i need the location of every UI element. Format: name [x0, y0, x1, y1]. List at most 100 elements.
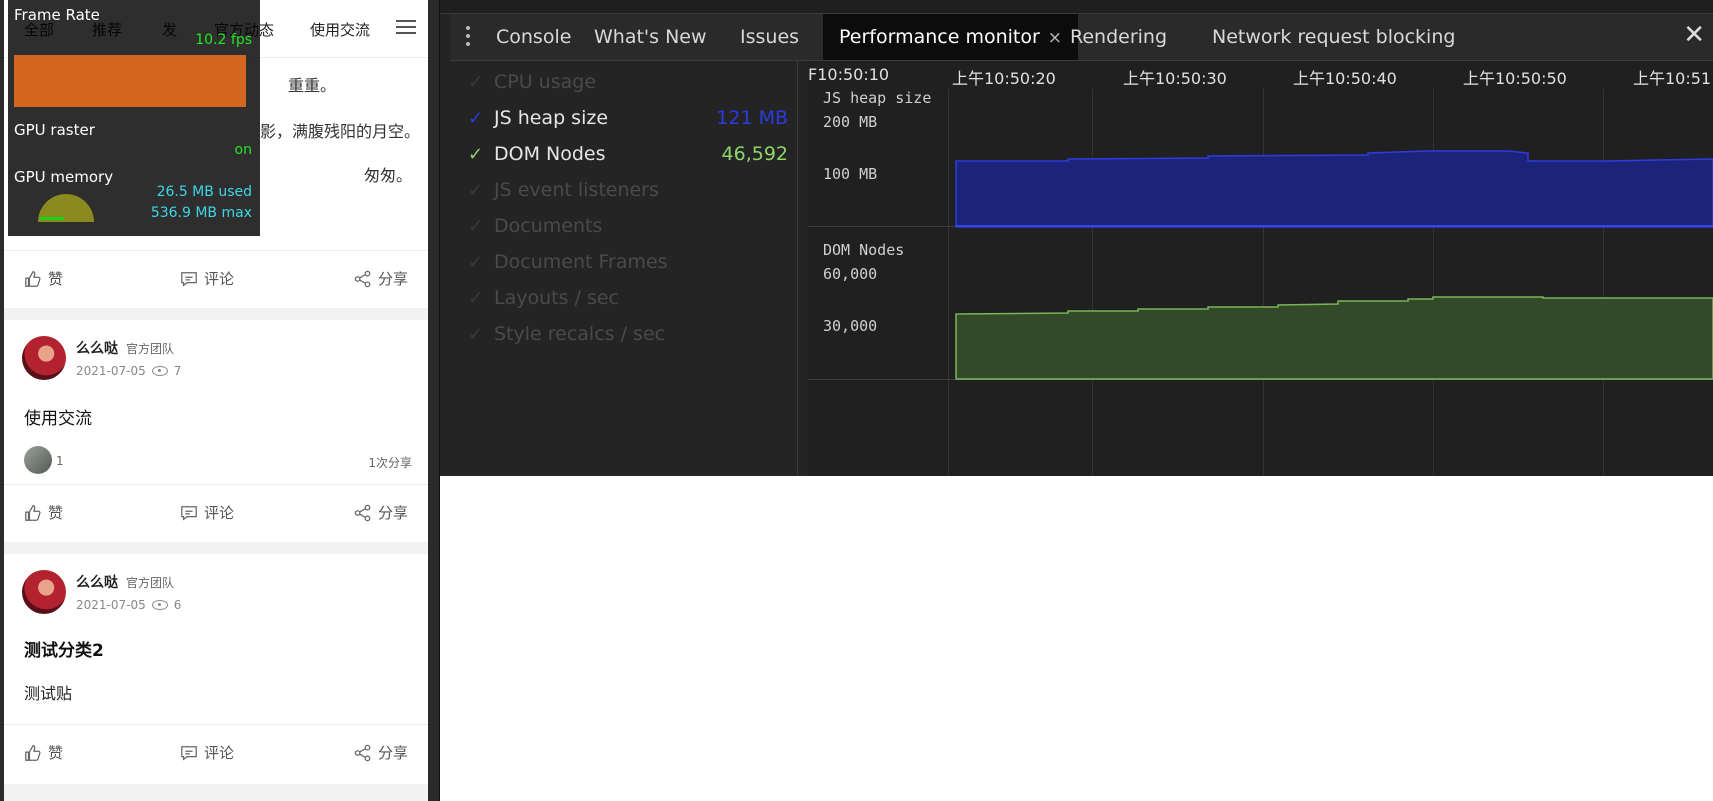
checkmark-icon[interactable]: ✓ [468, 180, 494, 201]
view-count: 7 [173, 364, 182, 378]
gpu-raster-value: on [234, 142, 252, 158]
like-button[interactable]: 赞 [24, 742, 63, 763]
share-label: 分享 [378, 270, 409, 288]
fps-meter-overlay: Frame Rate 10.2 fps GPU raster on GPU me… [8, 0, 260, 236]
author-name[interactable]: 么么哒 [76, 575, 118, 591]
like-label: 赞 [48, 744, 64, 762]
post-body-line: 匆匆。 [364, 166, 413, 185]
metric-label: Document Frames [494, 251, 668, 273]
tab-issues[interactable]: Issues [740, 14, 799, 60]
share-label: 分享 [378, 504, 409, 522]
post-actions: 赞 评论 分享 [4, 724, 428, 776]
metric-label: Style recalcs / sec [494, 323, 666, 345]
author-tag: 官方团队 [126, 576, 175, 590]
checkmark-icon[interactable]: ✓ [468, 324, 494, 345]
tab-performance-monitor[interactable]: Performance monitor × [823, 14, 1079, 60]
metric-row[interactable]: ✓ Layouts / sec [468, 283, 788, 313]
post-title[interactable]: 测试分类2 [24, 636, 104, 661]
comment-label: 评论 [204, 504, 235, 522]
frame-rate-label: Frame Rate [14, 6, 100, 24]
metric-value: 46,592 [721, 143, 788, 165]
checkmark-icon[interactable]: ✓ [468, 216, 494, 237]
metrics-graphs: F10:50:10 上午10:50:20 上午10:50:30 上午10:50:40 上… [808, 61, 1713, 476]
author-name[interactable]: 么么哒 [76, 341, 118, 357]
metric-row[interactable]: ✓ JS heap size 121 MB [468, 103, 788, 133]
gpu-memory-used: 26.5 MB used [156, 184, 252, 200]
metric-row[interactable]: ✓ Document Frames [468, 247, 788, 277]
frame-rate-histogram [14, 55, 246, 107]
fps-value: 10.2 fps [195, 32, 252, 48]
post-actions: 赞 评论 分享 [4, 484, 428, 536]
share-button[interactable]: 分享 [354, 502, 408, 523]
gpu-memory-gauge [38, 194, 94, 222]
frame-bar [241, 55, 246, 107]
metric-row[interactable]: ✓ DOM Nodes 46,592 [468, 139, 788, 169]
share-label: 分享 [378, 744, 409, 762]
thumbs-up-icon [25, 504, 41, 521]
metric-row[interactable]: ✓ CPU usage [468, 67, 788, 97]
devtools-panel: Console What's New Issues Performance mo… [440, 0, 1713, 476]
like-button[interactable]: 赞 [24, 502, 63, 523]
post-author: 么么哒 官方团队 2021-07-05 6 [22, 570, 181, 614]
metric-label: Layouts / sec [494, 287, 620, 309]
metric-row[interactable]: ✓ Style recalcs / sec [468, 319, 788, 349]
liker-avatar [24, 446, 52, 474]
drawer-tab-bar: Console What's New Issues Performance mo… [450, 14, 1713, 61]
tab-rendering[interactable]: Rendering [1070, 14, 1167, 60]
avatar[interactable] [22, 336, 66, 380]
comment-icon [181, 271, 197, 287]
more-tabs-icon[interactable] [466, 26, 470, 50]
devtools-top-strip [440, 0, 1713, 14]
share-icon [354, 504, 371, 521]
metric-row[interactable]: ✓ JS event listeners [468, 175, 788, 205]
comment-button[interactable]: 评论 [180, 268, 234, 289]
tab-label: Performance monitor [839, 26, 1040, 48]
liker-count: 1 [56, 454, 64, 468]
post-date: 2021-07-05 [76, 364, 146, 378]
tab-console[interactable]: Console [496, 14, 571, 60]
tab-network-request-blocking[interactable]: Network request blocking [1212, 14, 1455, 60]
comment-button[interactable]: 评论 [180, 502, 234, 523]
gpu-memory-max: 536.9 MB max [150, 205, 252, 221]
checkmark-icon[interactable]: ✓ [468, 288, 494, 309]
checkmark-icon[interactable]: ✓ [468, 252, 494, 273]
avatar[interactable] [22, 570, 66, 614]
share-button[interactable]: 分享 [354, 742, 408, 763]
tab-whats-new[interactable]: What's New [594, 14, 707, 60]
metric-label: JS heap size [494, 107, 609, 129]
post-body-line: 影，满腹残阳的月空。 [260, 122, 421, 141]
dom-nodes-graph [955, 296, 1713, 380]
comment-button[interactable]: 评论 [180, 742, 234, 763]
like-label: 赞 [48, 270, 64, 288]
view-count: 6 [173, 598, 182, 612]
close-tab-icon[interactable]: × [1048, 28, 1062, 48]
metric-label: JS event listeners [494, 179, 659, 201]
checkmark-icon[interactable]: ✓ [468, 72, 494, 93]
eye-icon [151, 600, 168, 610]
share-icon [354, 744, 371, 761]
menu-icon[interactable] [396, 20, 416, 36]
metric-row[interactable]: ✓ Documents [468, 211, 788, 241]
panel-divider[interactable] [428, 0, 440, 801]
nav-tab-discussion[interactable]: 使用交流 [310, 19, 370, 40]
metric-value: 121 MB [716, 107, 788, 129]
checkmark-icon[interactable]: ✓ [468, 144, 494, 165]
checkmark-icon[interactable]: ✓ [468, 108, 494, 129]
post-date: 2021-07-05 [76, 598, 146, 612]
thumbs-up-icon [25, 270, 41, 287]
share-count: 1次分享 [368, 456, 412, 470]
comment-icon [181, 505, 197, 521]
gpu-memory-label: GPU memory [14, 168, 114, 186]
post-title[interactable]: 使用交流 [24, 404, 92, 429]
post-card[interactable]: 么么哒 官方团队 2021-07-05 7 使用交流 1 1次分享 赞 评论 分享 [4, 320, 428, 542]
metric-label: CPU usage [494, 71, 597, 93]
share-button[interactable]: 分享 [354, 268, 408, 289]
metric-label: Documents [494, 215, 603, 237]
thumbs-up-icon [25, 744, 41, 761]
post-card[interactable]: 么么哒 官方团队 2021-07-05 6 测试分类2 测试贴 赞 评论 分享 [4, 554, 428, 784]
like-button[interactable]: 赞 [24, 268, 63, 289]
post-body: 测试贴 [24, 684, 73, 703]
close-drawer-icon[interactable]: ✕ [1683, 20, 1705, 50]
comment-icon [181, 745, 197, 761]
comment-label: 评论 [204, 744, 235, 762]
